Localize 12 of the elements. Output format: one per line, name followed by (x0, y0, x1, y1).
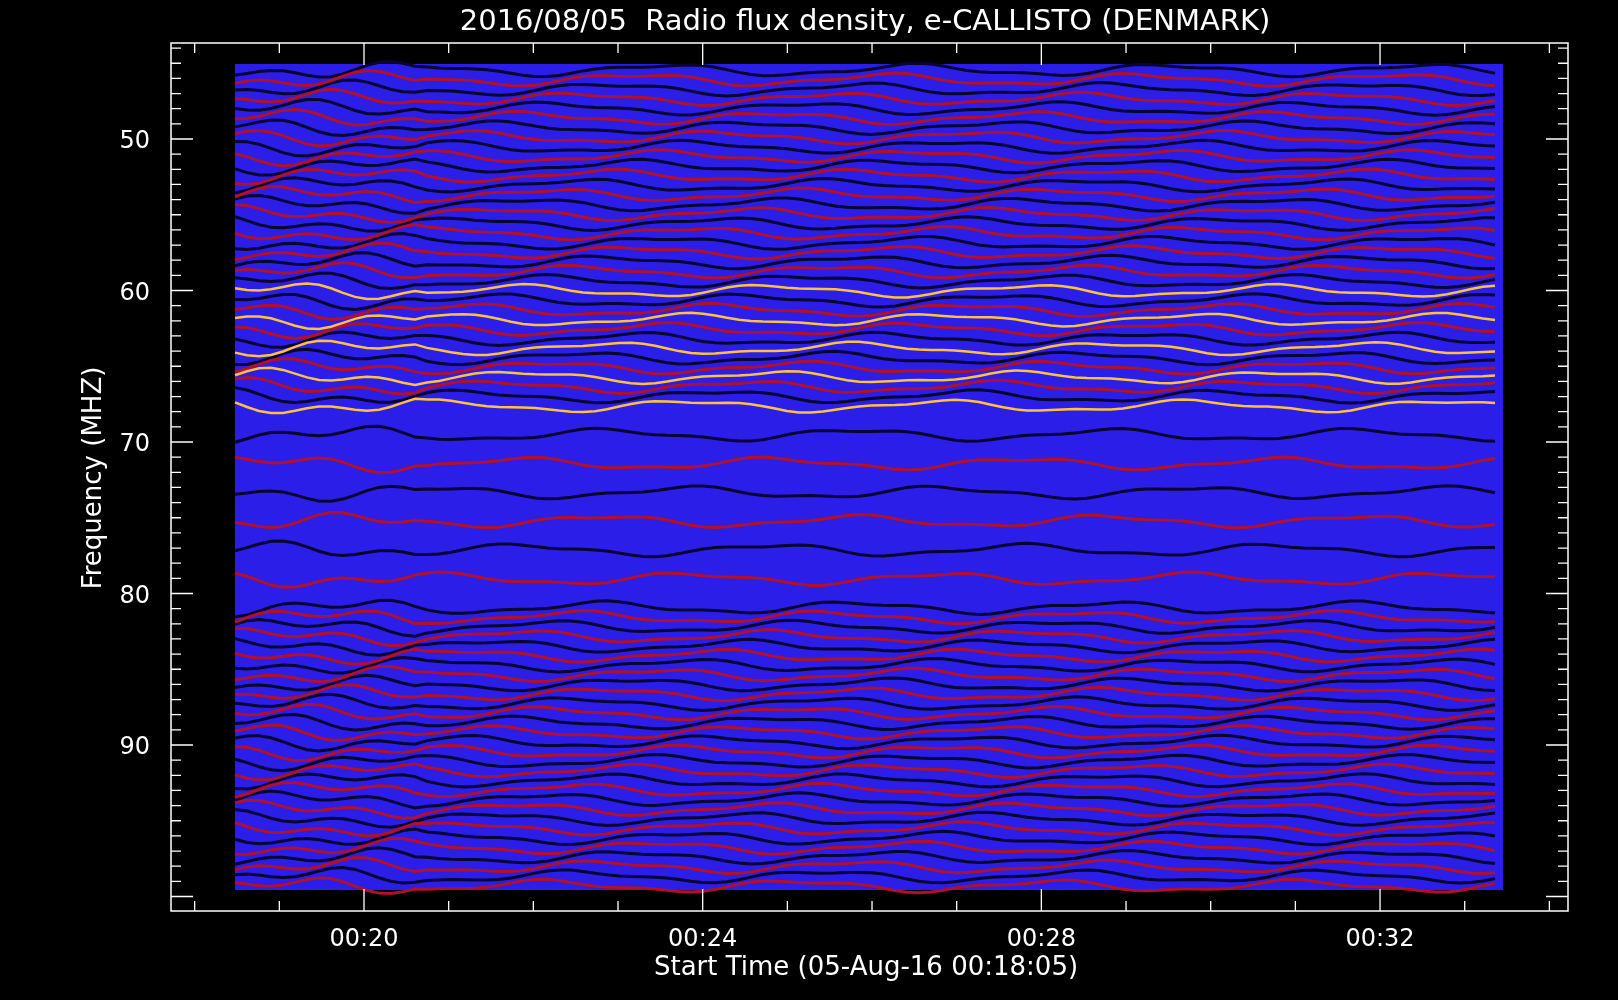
y-tick-label: 50 (119, 126, 150, 154)
x-axis-label: Start Time (05-Aug-16 00:18:05) (653, 951, 1079, 981)
y-tick-label: 70 (119, 429, 150, 457)
y-axis-label: Frequency (MHZ) (77, 366, 107, 590)
x-tick-label: 00:24 (668, 924, 738, 952)
x-tick-label: 00:28 (1006, 924, 1076, 952)
y-tick-label: 90 (119, 732, 150, 760)
y-tick-label: 60 (119, 277, 150, 306)
chart-title: 2016/08/05 Radio flux density, e-CALLISTO (DENMARK) (459, 3, 1271, 37)
x-tick-label: 00:32 (1345, 924, 1415, 952)
y-tick-label: 80 (119, 580, 150, 609)
x-tick-label: 00:20 (329, 924, 399, 952)
